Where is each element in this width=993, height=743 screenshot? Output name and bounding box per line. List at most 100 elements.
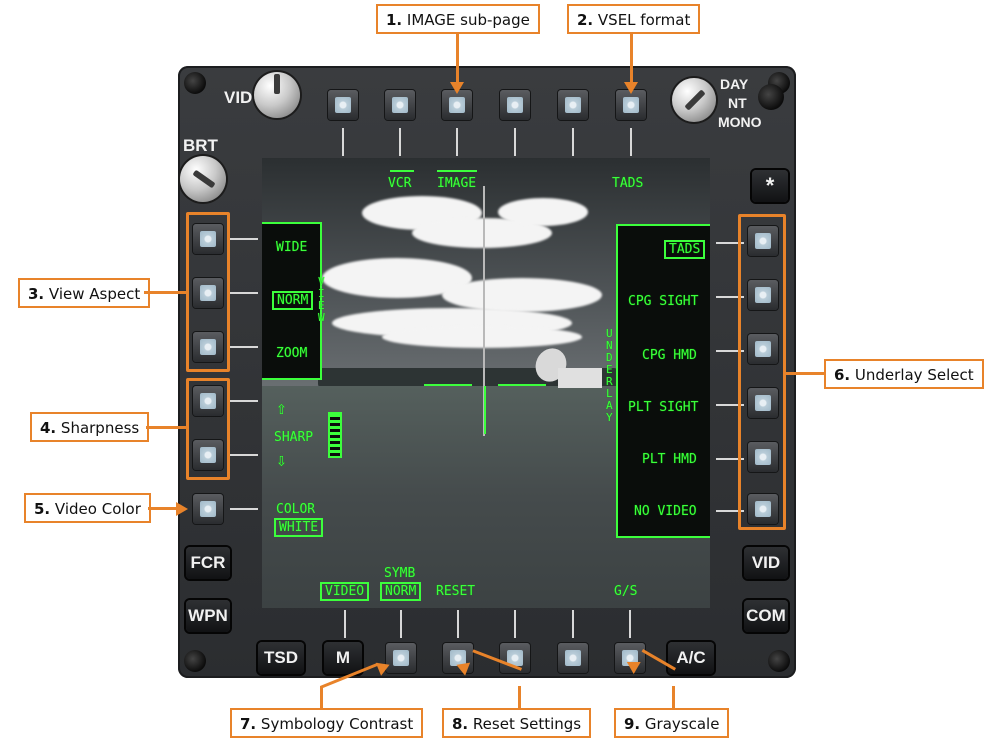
button-tick	[514, 610, 516, 638]
leader-line	[518, 686, 521, 708]
mode-knob[interactable]	[672, 78, 716, 122]
brightness-sensor-icon	[758, 84, 784, 110]
bezel-button-t1[interactable]	[328, 90, 358, 120]
underlay-title: UNDERLAY	[606, 327, 613, 424]
color-label: COLOR	[276, 502, 316, 517]
crosshair-vertical	[484, 386, 486, 434]
view-title: VIEW	[318, 275, 325, 324]
mode-nt-label: NT	[728, 95, 747, 111]
sharp-down-arrow-icon[interactable]: ⇩	[276, 450, 287, 471]
callout-symbology-contrast: 7. Symbology Contrast	[230, 708, 424, 738]
bezel-button-t4[interactable]	[500, 90, 530, 120]
underlay-option-plt-hmd[interactable]: PLT HMD	[642, 452, 697, 467]
panel-border	[616, 536, 710, 538]
sharpness-level-bar	[328, 412, 342, 458]
leader-arrow-icon	[624, 82, 638, 94]
screw-icon	[768, 650, 790, 672]
vsel-tads-label[interactable]: TADS	[612, 176, 643, 191]
leader-line	[146, 426, 186, 429]
panel-border	[262, 222, 320, 224]
knob-indicator-icon	[274, 74, 280, 94]
reset-label[interactable]: RESET	[436, 584, 475, 599]
vehicle	[558, 368, 602, 388]
asterisk-key[interactable]: *	[752, 170, 788, 202]
button-tick	[230, 454, 258, 456]
view-wide-option[interactable]: WIDE	[276, 240, 307, 255]
panel-border	[616, 224, 618, 538]
button-tick	[399, 128, 401, 156]
sharp-up-arrow-icon[interactable]: ⇧	[276, 398, 287, 419]
leader-line	[630, 34, 633, 86]
knob-indicator-icon	[684, 89, 706, 111]
symb-value[interactable]: NORM	[380, 582, 422, 601]
vid-key[interactable]: VID	[744, 547, 788, 579]
tsd-key[interactable]: TSD	[258, 642, 304, 674]
underlay-option-cpg-hmd[interactable]: CPG HMD	[642, 348, 697, 363]
crosshair-right	[498, 384, 546, 386]
mfd-screen: VCR IMAGE TADS WIDE NORM ZOOM VIEW ⇧ SHA…	[262, 158, 710, 608]
button-tick	[230, 238, 258, 240]
sharpness-bracket	[186, 378, 230, 480]
button-tick	[342, 128, 344, 156]
view-norm-option[interactable]: NORM	[272, 291, 314, 310]
button-tick	[230, 292, 258, 294]
bezel-button-t2[interactable]	[385, 90, 415, 120]
leader-arrow-icon	[450, 82, 464, 94]
button-tick	[630, 128, 632, 156]
vcr-arrow-icon	[390, 170, 414, 172]
grayscale-label[interactable]: G/S	[614, 584, 637, 599]
leader-line	[786, 372, 824, 375]
cloud	[498, 198, 588, 226]
bezel-button-t6[interactable]	[616, 90, 646, 120]
image-arrow-icon	[437, 170, 477, 172]
button-tick	[400, 610, 402, 638]
button-tick	[514, 128, 516, 156]
button-tick	[457, 610, 459, 638]
leader-line	[148, 507, 178, 510]
panel-border	[262, 378, 320, 380]
leader-line	[456, 34, 459, 86]
underlay-bracket	[738, 214, 786, 530]
button-tick	[629, 610, 631, 638]
com-key[interactable]: COM	[744, 600, 788, 632]
fcr-key[interactable]: FCR	[186, 547, 230, 579]
callout-video-color: 5. Video Color	[24, 493, 151, 523]
panel-border	[616, 224, 710, 226]
view-zoom-option[interactable]: ZOOM	[276, 346, 307, 361]
button-tick	[456, 128, 458, 156]
video-label[interactable]: VIDEO	[320, 582, 370, 601]
underlay-option-cpg-sight[interactable]: CPG SIGHT	[628, 294, 698, 309]
vid-knob-label: VID	[224, 88, 253, 107]
vcr-label[interactable]: VCR	[388, 176, 411, 191]
leader-line	[320, 686, 323, 708]
cloud	[382, 326, 582, 348]
mode-mono-label: MONO	[718, 114, 762, 130]
leader-line	[144, 291, 186, 294]
callout-underlay-select: 6. Underlay Select	[824, 359, 984, 389]
screw-icon	[184, 72, 206, 94]
menu-key[interactable]: M	[324, 642, 362, 674]
button-tick	[344, 610, 346, 638]
leader-arrow-icon	[176, 502, 188, 516]
button-tick	[230, 346, 258, 348]
callout-grayscale: 9. Grayscale	[614, 708, 730, 738]
color-value[interactable]: WHITE	[274, 518, 324, 537]
bezel-button-l6[interactable]	[193, 494, 223, 524]
vid-brightness-knob[interactable]	[254, 72, 300, 118]
mode-day-label: DAY	[720, 76, 749, 92]
knob-indicator-icon	[192, 169, 216, 189]
brt-knob[interactable]	[180, 156, 226, 202]
bezel-button-b5[interactable]	[558, 643, 588, 673]
underlay-option-no-video[interactable]: NO VIDEO	[634, 504, 697, 519]
leader-line	[672, 686, 675, 708]
wpn-key[interactable]: WPN	[186, 600, 230, 632]
bezel-button-t5[interactable]	[558, 90, 588, 120]
button-tick	[572, 610, 574, 638]
image-tab-label[interactable]: IMAGE	[437, 176, 476, 191]
underlay-option-plt-sight[interactable]: PLT SIGHT	[628, 400, 698, 415]
crosshair-left	[424, 384, 472, 386]
callout-view-aspect: 3. View Aspect	[18, 278, 151, 308]
underlay-option-tads[interactable]: TADS	[664, 240, 706, 259]
callout-vsel-format: 2. VSEL format	[567, 4, 701, 34]
bezel-button-t3[interactable]	[442, 90, 472, 120]
